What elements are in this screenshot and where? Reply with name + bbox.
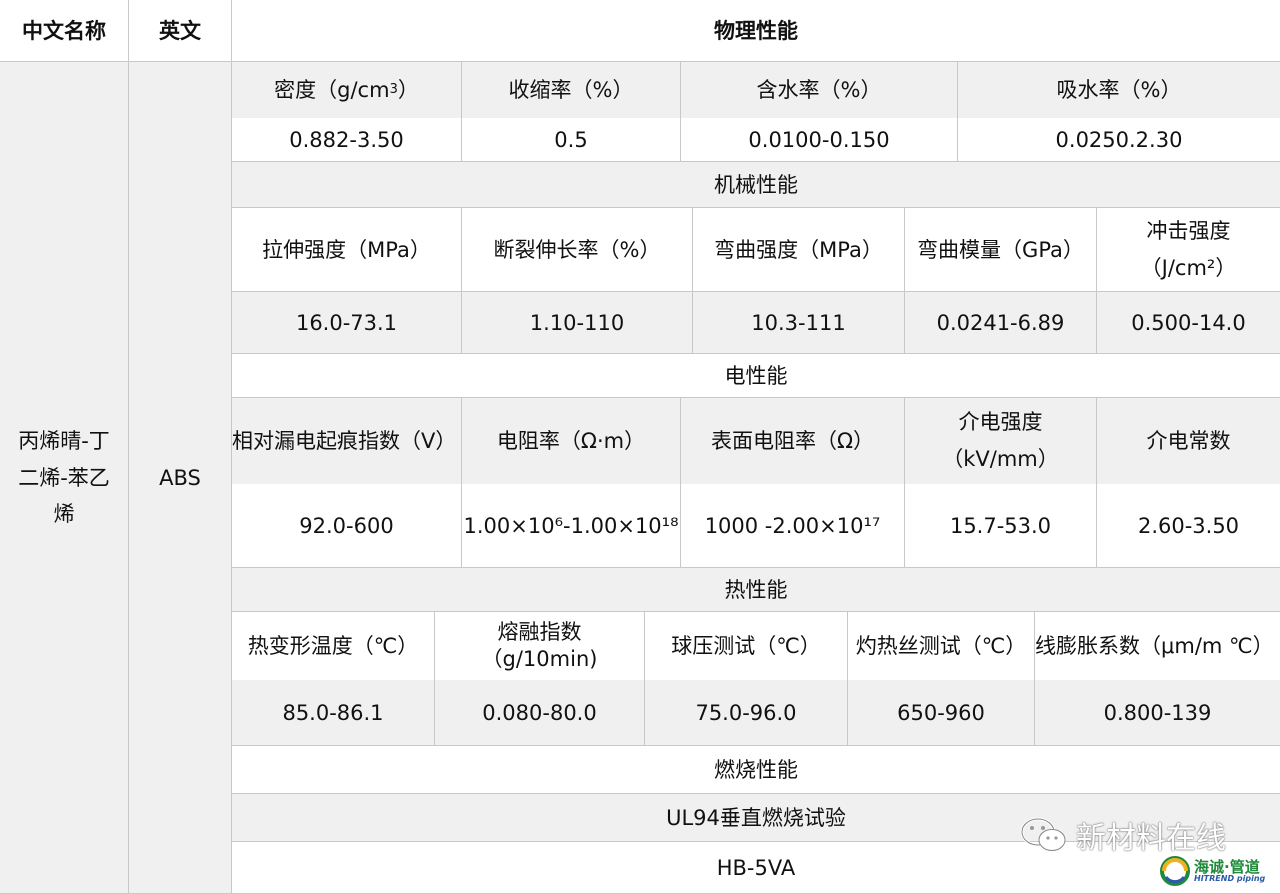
header-heat-deflection: 热变形温度（℃） — [232, 612, 434, 680]
value-glow-wire: 650-960 — [848, 680, 1034, 746]
header-physical-properties: 物理性能 — [232, 0, 1280, 62]
value-resistivity: 1.00×10⁶-1.00×10¹⁸ — [462, 484, 680, 568]
header-moisture-content: 含水率（%） — [681, 62, 957, 118]
header-shrinkage: 收缩率（%） — [462, 62, 680, 118]
divider — [461, 62, 462, 162]
value-flexural-modulus: 0.0241-6.89 — [905, 292, 1096, 354]
hitrend-logo: 海诚·管道 HITREND piping — [1160, 854, 1265, 888]
value-tracking-index: 92.0-600 — [232, 484, 461, 568]
divider — [461, 208, 462, 354]
value-thermal-expansion: 0.800-139 — [1035, 680, 1280, 746]
header-flexural-modulus: 弯曲模量（GPa） — [905, 208, 1096, 292]
divider — [1096, 208, 1097, 354]
wechat-icon — [1020, 817, 1066, 851]
divider — [680, 398, 681, 568]
divider — [232, 207, 1280, 208]
value-density: 0.882-3.50 — [232, 118, 461, 162]
value-melt-index: 0.080-80.0 — [435, 680, 644, 746]
section-thermal: 热性能 — [232, 568, 1280, 612]
header-ball-pressure: 球压测试（℃） — [645, 612, 847, 680]
header-chinese-name: 中文名称 — [0, 0, 128, 62]
divider — [232, 397, 1280, 398]
header-dielectric-constant: 介电常数 — [1097, 398, 1280, 484]
value-water-absorption: 0.0250.2.30 — [958, 118, 1280, 162]
divider — [1096, 398, 1097, 568]
value-elongation: 1.10-110 — [462, 292, 692, 354]
header-density: 密度（g/cm 3） — [232, 62, 461, 118]
hitrend-logo-icon — [1160, 856, 1190, 886]
header-resistivity: 电阻率（Ω·m） — [462, 398, 680, 484]
value-heat-deflection: 85.0-86.1 — [232, 680, 434, 746]
divider — [232, 353, 1280, 354]
divider — [847, 612, 848, 746]
divider — [0, 61, 1280, 62]
value-flexural-strength: 10.3-111 — [693, 292, 904, 354]
divider — [680, 62, 681, 162]
value-shrinkage: 0.5 — [462, 118, 680, 162]
value-tensile-strength: 16.0-73.1 — [232, 292, 461, 354]
material-english-name: ABS — [129, 62, 231, 894]
divider — [904, 208, 905, 354]
header-glow-wire: 灼热丝测试（℃） — [848, 612, 1034, 680]
divider — [957, 62, 958, 162]
value-dielectric-constant: 2.60-3.50 — [1097, 484, 1280, 568]
header-dielectric-strength: 介电强度（kV/mm） — [905, 398, 1096, 484]
header-surface-resistivity: 表面电阻率（Ω） — [681, 398, 904, 484]
divider — [232, 161, 1280, 162]
header-melt-index: 熔融指数（g/10min) — [435, 612, 644, 680]
material-chinese-name: 丙烯晴-丁二烯-苯乙烯 — [0, 62, 128, 894]
divider — [692, 208, 693, 354]
header-english: 英文 — [129, 0, 231, 62]
section-combustion: 燃烧性能 — [232, 746, 1280, 794]
logo-name: 海诚·管道 — [1194, 857, 1260, 876]
value-surface-resistivity: 1000 -2.00×10¹⁷ — [681, 484, 904, 568]
header-water-absorption: 吸水率（%） — [958, 62, 1280, 118]
divider — [232, 611, 1280, 612]
logo-subtitle: HITREND piping — [1194, 873, 1266, 883]
value-ball-pressure: 75.0-96.0 — [645, 680, 847, 746]
divider — [461, 398, 462, 568]
divider — [644, 612, 645, 746]
header-flexural-strength: 弯曲强度（MPa） — [693, 208, 904, 292]
section-mechanical: 机械性能 — [232, 162, 1280, 208]
header-impact-strength: 冲击强度（J/cm²） — [1097, 208, 1280, 292]
divider — [434, 612, 435, 746]
header-tracking-index: 相对漏电起痕指数（V） — [232, 398, 461, 484]
divider — [1034, 612, 1035, 746]
watermark-text: 新材料在线 — [1076, 821, 1226, 856]
divider — [232, 793, 1280, 794]
divider — [232, 291, 1280, 292]
watermark: 新材料在线 — [1020, 810, 1226, 860]
divider — [232, 745, 1280, 746]
value-dielectric-strength: 15.7-53.0 — [905, 484, 1096, 568]
value-moisture-content: 0.0100-0.150 — [681, 118, 957, 162]
divider — [231, 0, 232, 894]
divider — [232, 567, 1280, 568]
section-electrical: 电性能 — [232, 354, 1280, 398]
header-thermal-expansion: 线膨胀系数（μm/m ℃） — [1035, 612, 1280, 680]
header-tensile-strength: 拉伸强度（MPa） — [232, 208, 461, 292]
divider — [904, 398, 905, 568]
divider — [128, 0, 129, 894]
value-impact-strength: 0.500-14.0 — [1097, 292, 1280, 354]
header-elongation: 断裂伸长率（%） — [462, 208, 692, 292]
